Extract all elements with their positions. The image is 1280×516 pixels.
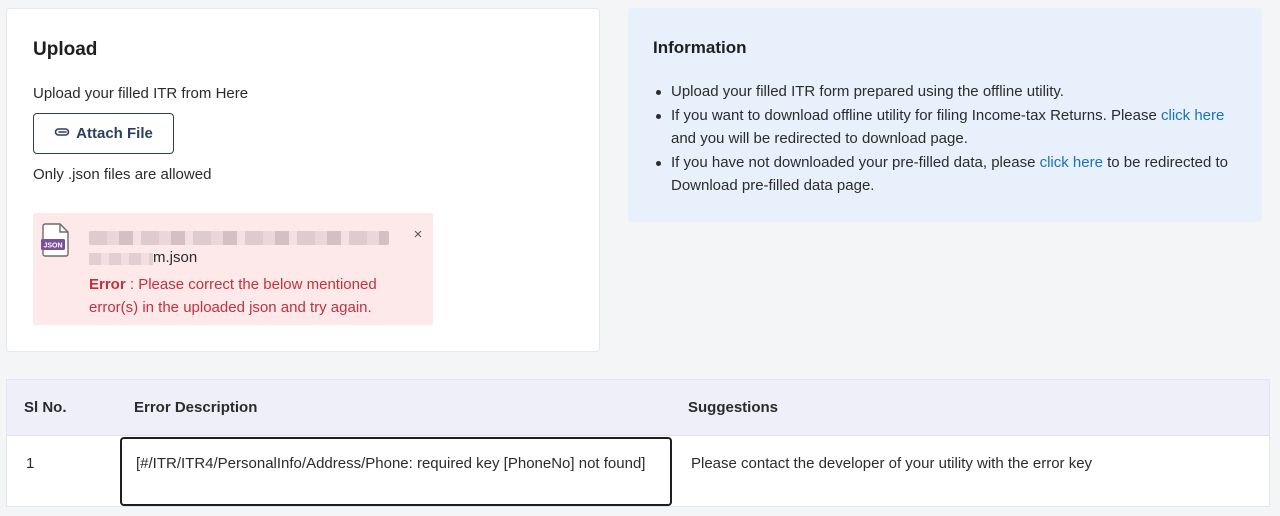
column-header-error-description: Error Description: [134, 399, 258, 416]
info-item-text: If you have not downloaded your pre-fill…: [671, 153, 1040, 171]
information-title: Information: [653, 38, 747, 57]
allowed-file-types-note: Only .json files are allowed: [33, 166, 212, 183]
upload-title: Upload: [33, 39, 98, 60]
error-separator: :: [125, 276, 139, 293]
info-item: Upload your filled ITR form prepared usi…: [653, 80, 1243, 104]
upload-instructions: Upload your filled ITR from Here: [33, 85, 249, 102]
uploaded-file-error-box: JSON m.json × Error : Please correct the…: [33, 213, 433, 325]
file-name-redacted: [89, 231, 389, 245]
errors-table: Sl No. Error Description Suggestions 1 […: [6, 379, 1270, 507]
column-header-suggestions: Suggestions: [688, 399, 779, 416]
info-item-text: Upload your filled ITR form prepared usi…: [671, 83, 1064, 100]
json-file-icon: JSON: [41, 223, 71, 257]
file-name-redacted-2: [89, 253, 153, 265]
svg-text:JSON: JSON: [43, 243, 62, 250]
upload-error-message: Error : Please correct the below mention…: [89, 273, 409, 319]
remove-file-icon[interactable]: ×: [410, 227, 426, 243]
information-list: Upload your filled ITR form prepared usi…: [653, 80, 1243, 198]
error-label: Error: [89, 276, 126, 293]
info-item-text: and you will be redirected to download p…: [671, 130, 968, 147]
table-header-row: Sl No. Error Description Suggestions: [7, 380, 1269, 436]
column-header-sl-no: Sl No.: [24, 399, 67, 416]
attach-file-label: Attach File: [76, 125, 153, 142]
attach-file-button[interactable]: Attach File: [33, 113, 174, 154]
paperclip-icon: [54, 124, 70, 144]
file-name: m.json: [153, 249, 198, 266]
download-utility-link[interactable]: click here: [1161, 107, 1224, 124]
cell-error-description: [#/ITR/ITR4/PersonalInfo/Address/Phone: …: [136, 455, 646, 472]
error-description-cell: [#/ITR/ITR4/PersonalInfo/Address/Phone: …: [120, 437, 672, 506]
cell-suggestion: Please contact the developer of your uti…: [691, 455, 1093, 472]
upload-card: Upload Upload your filled ITR from Here …: [6, 8, 600, 352]
cell-sl-no: 1: [26, 455, 35, 472]
info-item: If you have not downloaded your pre-fill…: [653, 151, 1243, 198]
info-item: If you want to download offline utility …: [653, 104, 1243, 151]
download-prefilled-link[interactable]: click here: [1040, 154, 1103, 171]
information-card: Information Upload your filled ITR form …: [628, 8, 1262, 222]
info-item-text: If you want to download offline utility …: [671, 106, 1161, 124]
